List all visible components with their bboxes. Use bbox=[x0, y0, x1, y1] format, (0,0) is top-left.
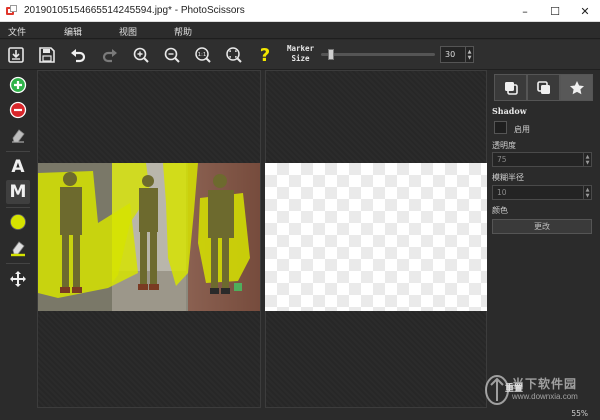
maximize-button[interactable]: ☐ bbox=[540, 0, 570, 22]
undo-icon[interactable] bbox=[68, 45, 88, 65]
blur-radius-field[interactable]: 10 ▲ ▼ bbox=[492, 185, 592, 200]
opacity-field[interactable]: 75 ▲ ▼ bbox=[492, 152, 592, 167]
marker-size-label: Marker Size bbox=[287, 44, 315, 63]
duplicate-icon[interactable] bbox=[527, 74, 560, 101]
window-title: 20190105154665514245594.jpg* - PhotoScis… bbox=[24, 5, 245, 16]
fit-icon[interactable] bbox=[224, 45, 244, 65]
color-label: 颜色 bbox=[492, 206, 508, 215]
reset-button[interactable]: 重置 bbox=[505, 381, 523, 394]
color-marker-icon[interactable] bbox=[6, 210, 30, 234]
marker-size-spinbox[interactable]: 30 ▲ ▼ bbox=[440, 46, 474, 63]
app-icon bbox=[6, 4, 18, 17]
marker-size-slider-track[interactable] bbox=[321, 53, 435, 56]
result-transparent-canvas[interactable] bbox=[265, 163, 487, 311]
properties-tabs bbox=[494, 74, 594, 101]
close-button[interactable]: ✕ bbox=[570, 0, 600, 22]
status-bar: 55% bbox=[0, 408, 600, 420]
zoom-in-icon[interactable] bbox=[131, 45, 151, 65]
source-photo[interactable] bbox=[38, 163, 260, 311]
shadow-section-title: Shadow bbox=[492, 106, 527, 116]
marker-size-value[interactable]: 30 bbox=[441, 50, 465, 59]
redo-icon[interactable] bbox=[100, 45, 120, 65]
shadow-enable-checkbox[interactable] bbox=[494, 121, 507, 134]
copy-icon[interactable] bbox=[494, 74, 527, 101]
zoom-level: 55% bbox=[571, 409, 588, 418]
opacity-label: 透明度 bbox=[492, 141, 516, 150]
menu-bar: 文件 编辑 视图 帮助 bbox=[0, 22, 600, 39]
watermark: 当下软件园 www.downxia.com bbox=[482, 373, 598, 407]
auto-tool-icon[interactable]: A bbox=[6, 155, 30, 179]
menu-file[interactable]: 文件 bbox=[8, 25, 26, 38]
help-icon[interactable]: ? bbox=[255, 45, 275, 66]
save-icon[interactable] bbox=[37, 45, 57, 65]
move-icon[interactable] bbox=[6, 267, 30, 291]
marker-size-slider-thumb[interactable] bbox=[328, 49, 334, 60]
opacity-arrows[interactable]: ▲ ▼ bbox=[583, 153, 591, 166]
blur-radius-arrows[interactable]: ▲ ▼ bbox=[583, 186, 591, 199]
star-icon[interactable] bbox=[560, 74, 593, 101]
menu-edit[interactable]: 编辑 bbox=[64, 25, 82, 38]
color-eraser-icon[interactable] bbox=[6, 236, 30, 260]
shadow-enable-label: 启用 bbox=[514, 125, 530, 134]
open-icon[interactable] bbox=[6, 45, 26, 65]
zoom-out-icon[interactable] bbox=[162, 45, 182, 65]
change-color-button[interactable]: 更改 bbox=[492, 219, 592, 234]
manual-tool-icon[interactable]: M bbox=[6, 180, 30, 204]
actual-size-icon[interactable]: 1:1 bbox=[193, 45, 213, 65]
eraser-icon[interactable] bbox=[6, 123, 30, 147]
blur-radius-label: 模糊半径 bbox=[492, 173, 524, 182]
add-marker-icon[interactable] bbox=[6, 73, 30, 97]
opacity-value[interactable]: 75 bbox=[493, 155, 583, 164]
minimize-button[interactable]: – bbox=[510, 0, 540, 22]
blur-radius-value[interactable]: 10 bbox=[493, 188, 583, 197]
title-bar: 20190105154665514245594.jpg* - PhotoScis… bbox=[0, 0, 600, 22]
marker-size-arrows[interactable]: ▲ ▼ bbox=[465, 47, 473, 62]
menu-view[interactable]: 视图 bbox=[119, 25, 137, 38]
remove-marker-icon[interactable] bbox=[6, 98, 30, 122]
svg-text:1:1: 1:1 bbox=[198, 52, 207, 58]
menu-help[interactable]: 帮助 bbox=[174, 25, 192, 38]
